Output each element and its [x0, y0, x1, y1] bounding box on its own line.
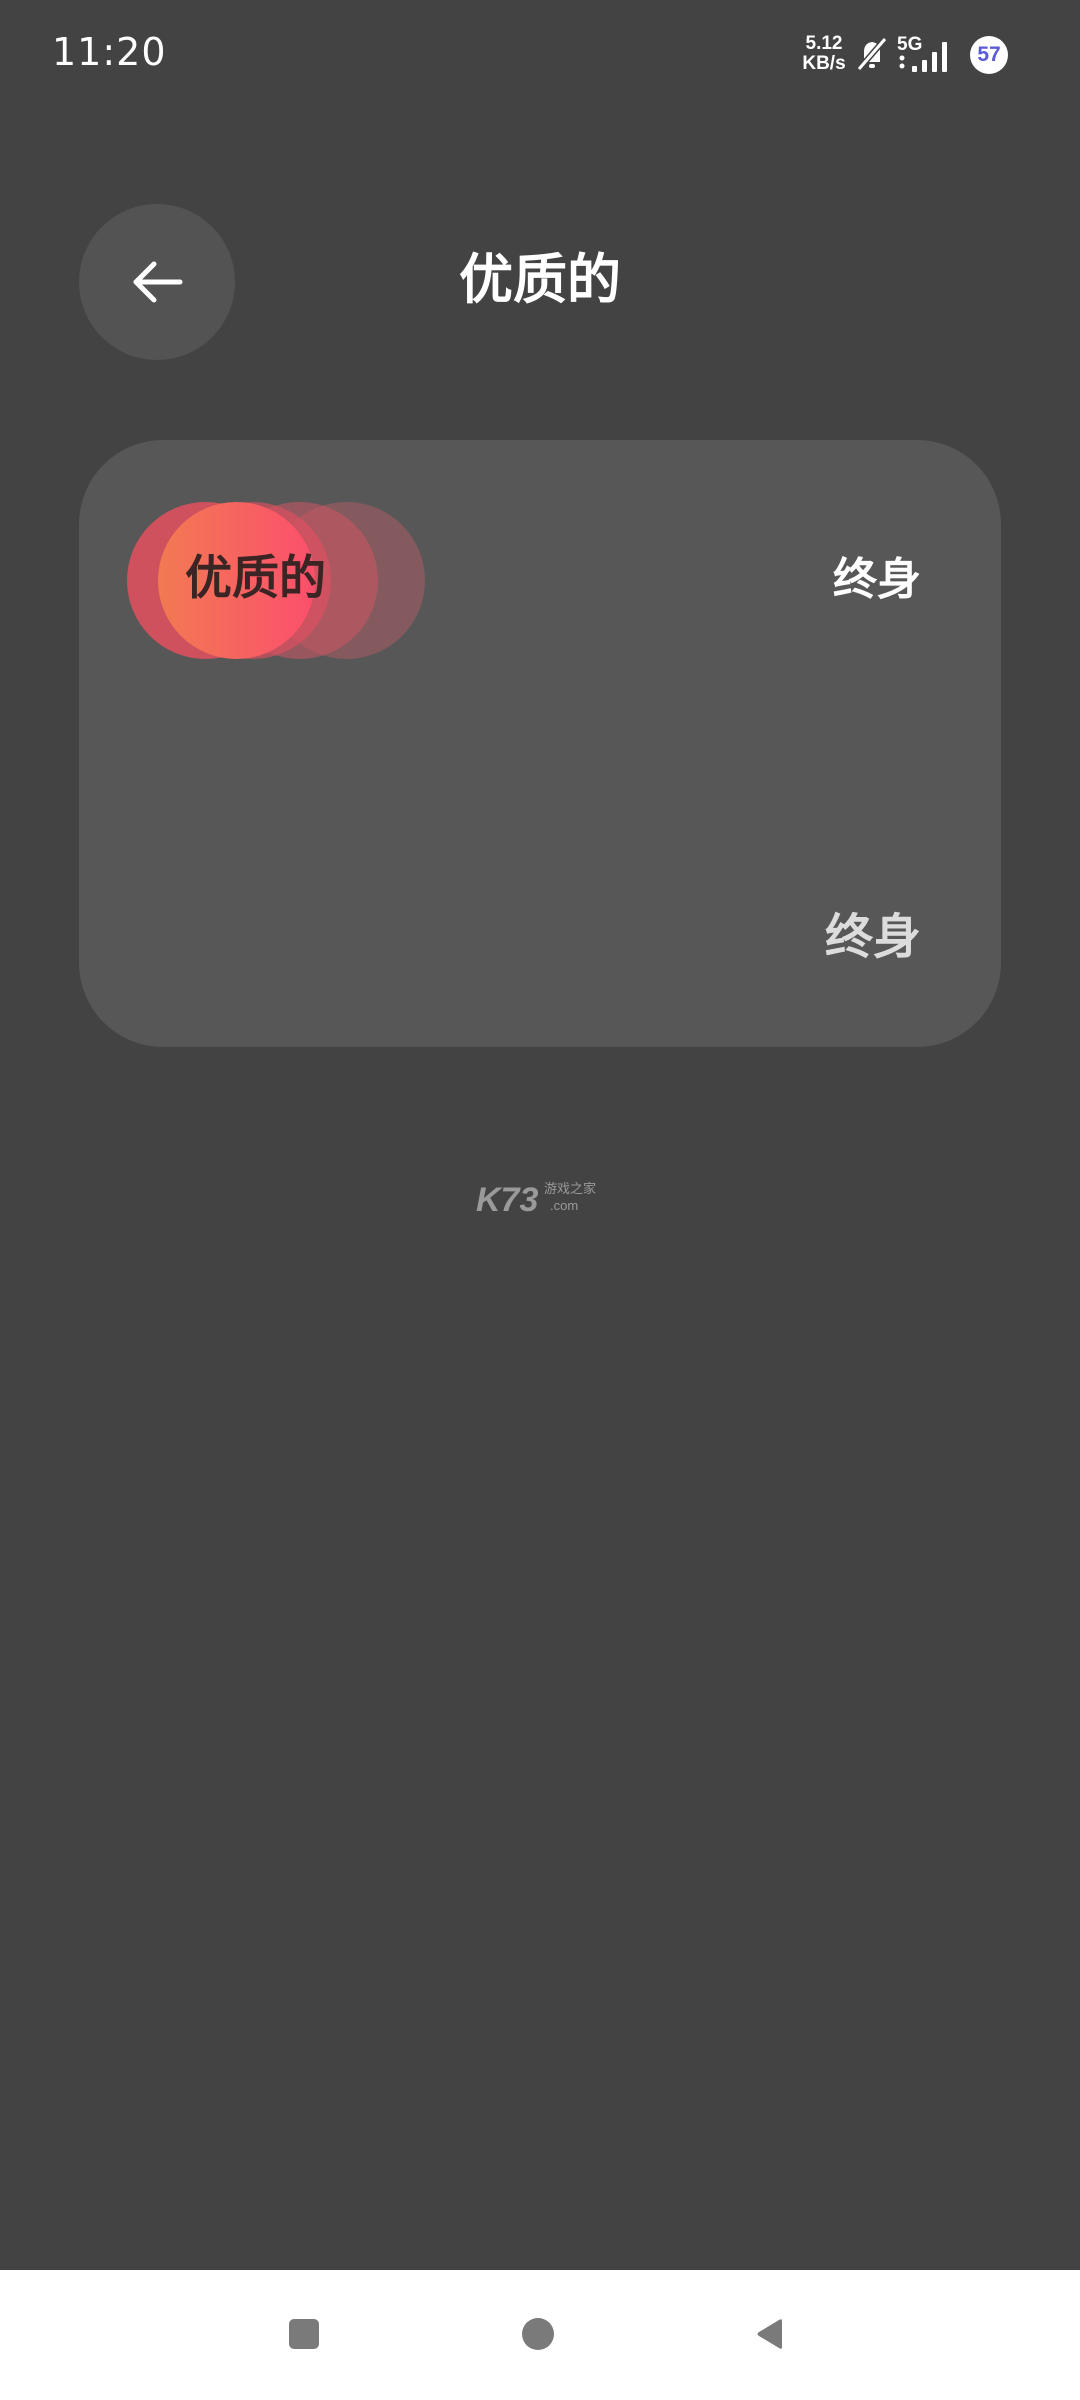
navigation-bar [0, 2270, 1080, 2400]
network-speed-unit: KB/s [802, 53, 846, 74]
status-bar: 11:20 5.12 KB/s 5G 57 [0, 0, 1080, 110]
network-speed-value: 5.12 [805, 33, 843, 54]
duration-label-secondary: 终身 [824, 909, 921, 965]
network-speed: 5.12 KB/s [800, 34, 848, 74]
back-button[interactable] [79, 204, 235, 360]
watermark-subtitle: 游戏之家 [544, 1182, 597, 1197]
watermark-logo: K73 [476, 1181, 539, 1219]
arrow-left-icon [133, 261, 183, 303]
battery-indicator: 57 [970, 36, 1008, 74]
widget-label: 优质的 [185, 551, 326, 606]
page-title: 优质的 [459, 248, 621, 311]
recents-icon[interactable] [289, 2319, 319, 2349]
signal-icon [899, 42, 947, 72]
back-triangle-icon[interactable] [755, 2318, 785, 2350]
widget-preview-card[interactable]: 优质的 终身 终身 [79, 440, 1001, 1047]
screen: 11:20 5.12 KB/s 5G 57 优质的 优质的 终身 终身 K73 … [0, 0, 1080, 2400]
status-time: 11:20 [52, 30, 167, 74]
duration-label: 终身 [833, 554, 921, 605]
watermark-domain: .com [550, 1198, 579, 1213]
home-icon[interactable] [522, 2318, 554, 2350]
watermark: K73 游戏之家 .com [476, 1180, 606, 1220]
bell-mute-icon [856, 37, 888, 71]
